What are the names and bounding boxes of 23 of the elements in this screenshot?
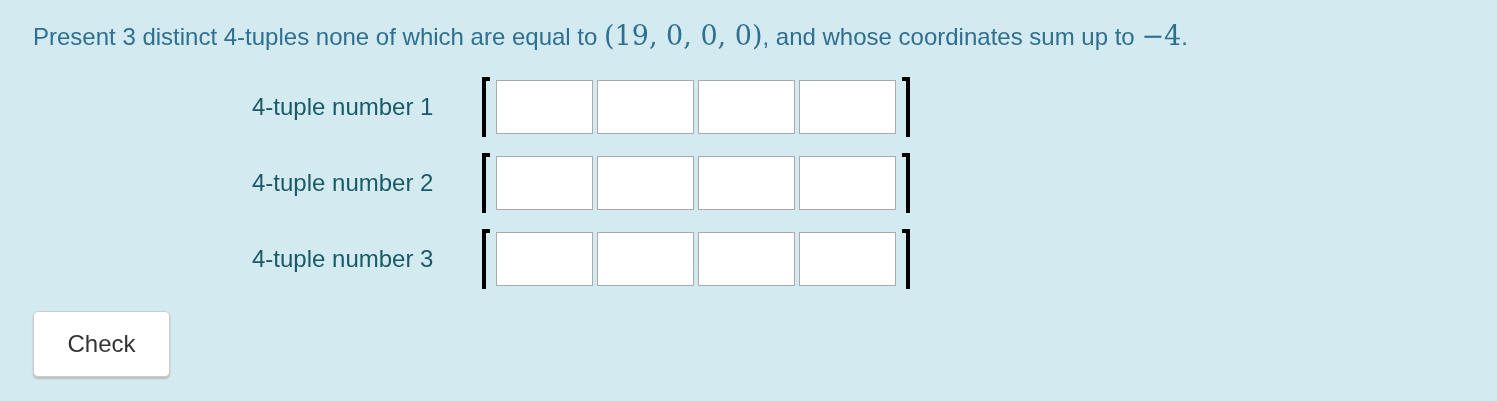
tuple-label: 4-tuple number 1 (252, 93, 435, 121)
right-bracket (902, 77, 910, 137)
left-bracket (482, 77, 490, 137)
input-field[interactable] (597, 80, 694, 134)
left-bracket (482, 153, 490, 213)
right-bracket (902, 153, 910, 213)
left-bracket (482, 229, 490, 289)
input-field[interactable] (496, 232, 593, 286)
input-field[interactable] (698, 80, 795, 134)
tuple-label: 4-tuple number 2 (252, 169, 435, 197)
input-field[interactable] (496, 80, 593, 134)
right-bracket (902, 229, 910, 289)
input-field[interactable] (698, 156, 795, 210)
input-field[interactable] (799, 232, 896, 286)
input-field[interactable] (799, 80, 896, 134)
tuple-label: 4-tuple number 3 (252, 245, 435, 273)
question-text: Present 3 distinct 4-tuples none of which are equal to (19, 0, 0, 0), and whose coordinates sum up to −4. (33, 20, 1189, 51)
input-field[interactable] (496, 156, 593, 210)
input-field[interactable] (799, 156, 896, 210)
input-field[interactable] (698, 232, 795, 286)
input-field[interactable] (597, 156, 694, 210)
input-field[interactable] (597, 232, 694, 286)
check-button[interactable]: Check (33, 311, 170, 377)
